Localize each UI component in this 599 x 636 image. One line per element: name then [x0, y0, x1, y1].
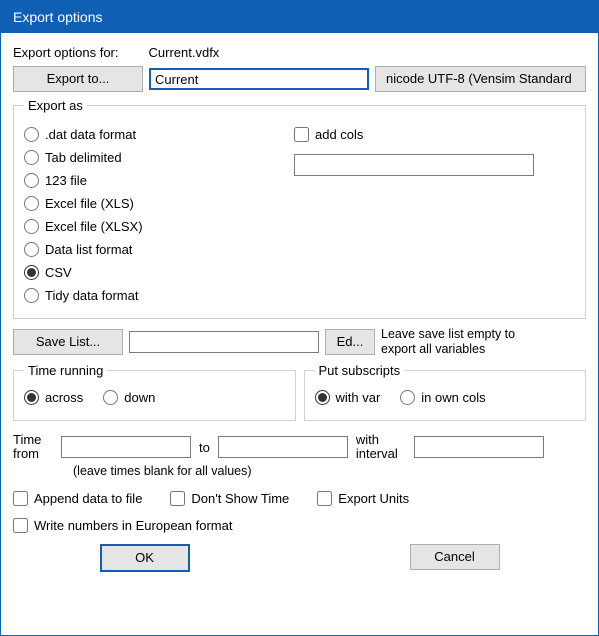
time-to-label: to — [199, 440, 210, 455]
add-cols-label: add cols — [315, 127, 363, 142]
dont-show-time-label: Don't Show Time — [191, 491, 289, 506]
format-123-label: 123 file — [45, 173, 87, 188]
save-list-button[interactable]: Save List... — [13, 329, 123, 355]
format-dat-radio[interactable] — [24, 127, 39, 142]
save-list-input[interactable] — [129, 331, 319, 353]
encoding-dropdown[interactable]: nicode UTF-8 (Vensim Standard — [375, 66, 586, 92]
dialog-body: Export options for: Current.vdfx Export … — [1, 33, 598, 578]
time-interval-input[interactable] — [414, 436, 544, 458]
time-running-group: Time running across down — [13, 363, 296, 421]
window-title: Export options — [13, 9, 103, 25]
time-running-across-radio[interactable] — [24, 390, 39, 405]
time-running-across-label: across — [45, 390, 83, 405]
format-xls-label: Excel file (XLS) — [45, 196, 134, 211]
cancel-button[interactable]: Cancel — [410, 544, 500, 570]
export-units-label: Export Units — [338, 491, 409, 506]
format-123-radio[interactable] — [24, 173, 39, 188]
save-list-note: Leave save list empty to export all vari… — [381, 327, 551, 357]
ok-button[interactable]: OK — [100, 544, 190, 572]
export-name-input[interactable] — [149, 68, 369, 90]
subscripts-owncols-radio[interactable] — [400, 390, 415, 405]
format-xls-radio[interactable] — [24, 196, 39, 211]
format-xlsx-label: Excel file (XLSX) — [45, 219, 143, 234]
european-format-label: Write numbers in European format — [34, 518, 232, 533]
format-csv-radio[interactable] — [24, 265, 39, 280]
time-running-down-label: down — [124, 390, 155, 405]
time-running-down-radio[interactable] — [103, 390, 118, 405]
window-titlebar: Export options — [1, 1, 598, 33]
export-filename: Current.vdfx — [149, 45, 220, 60]
time-running-legend: Time running — [24, 363, 107, 378]
format-dat-label: .dat data format — [45, 127, 136, 142]
append-checkbox[interactable] — [13, 491, 28, 506]
time-to-input[interactable] — [218, 436, 348, 458]
format-datalist-label: Data list format — [45, 242, 132, 257]
add-cols-input[interactable] — [294, 154, 534, 176]
time-hint: (leave times blank for all values) — [73, 464, 586, 478]
european-format-checkbox[interactable] — [13, 518, 28, 533]
dont-show-time-checkbox[interactable] — [170, 491, 185, 506]
time-interval-label: with interval — [356, 433, 406, 462]
format-tidy-label: Tidy data format — [45, 288, 138, 303]
export-units-checkbox[interactable] — [317, 491, 332, 506]
format-tidy-radio[interactable] — [24, 288, 39, 303]
export-to-button[interactable]: Export to... — [13, 66, 143, 92]
export-options-for-label: Export options for: — [13, 45, 119, 60]
subscripts-owncols-label: in own cols — [421, 390, 485, 405]
format-datalist-radio[interactable] — [24, 242, 39, 257]
format-xlsx-radio[interactable] — [24, 219, 39, 234]
subscripts-legend: Put subscripts — [315, 363, 405, 378]
export-as-group: Export as .dat data format Tab delimited… — [13, 98, 586, 319]
format-csv-label: CSV — [45, 265, 72, 280]
add-cols-checkbox[interactable] — [294, 127, 309, 142]
format-tab-radio[interactable] — [24, 150, 39, 165]
subscripts-group: Put subscripts with var in own cols — [304, 363, 587, 421]
subscripts-withvar-label: with var — [336, 390, 381, 405]
format-tab-label: Tab delimited — [45, 150, 122, 165]
export-as-legend: Export as — [24, 98, 87, 113]
save-list-edit-button[interactable]: Ed... — [325, 329, 375, 355]
time-from-label: Time from — [13, 433, 53, 462]
time-from-input[interactable] — [61, 436, 191, 458]
subscripts-withvar-radio[interactable] — [315, 390, 330, 405]
append-label: Append data to file — [34, 491, 142, 506]
